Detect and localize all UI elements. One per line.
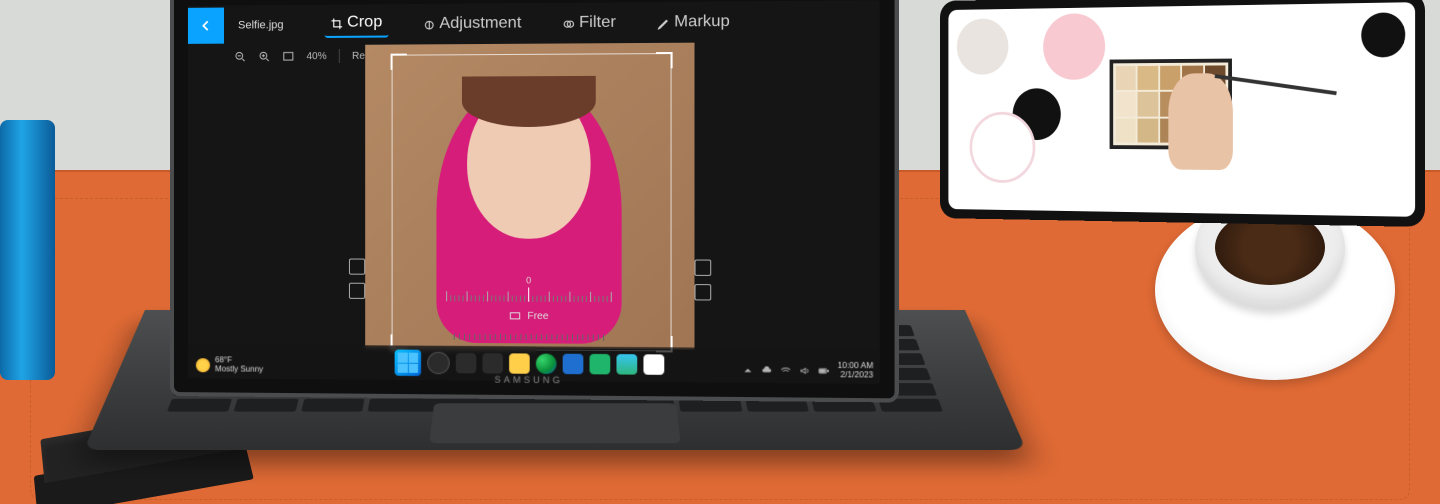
weather-desc: Mostly Sunny <box>215 366 263 375</box>
wifi-icon[interactable] <box>781 366 792 376</box>
makeup-blush <box>1043 13 1105 80</box>
file-name: Selfie.jpg <box>238 19 284 31</box>
battery-icon[interactable] <box>819 366 830 376</box>
taskbar-weather[interactable]: 68°F Mostly Sunny <box>196 357 263 375</box>
hand-with-brush <box>1150 14 1270 180</box>
aspect-ratio-selector[interactable]: Free <box>509 310 549 322</box>
edge-icon[interactable] <box>536 354 557 374</box>
app-icon-2[interactable] <box>590 354 611 375</box>
task-view-button[interactable] <box>456 353 476 373</box>
tablet-device <box>940 0 1425 227</box>
zoom-out-icon[interactable] <box>234 51 246 63</box>
cloud-icon[interactable] <box>762 366 773 376</box>
tablet-screen <box>948 2 1415 217</box>
back-button[interactable] <box>188 8 224 44</box>
laptop-brand-label: SAMSUNG <box>494 375 562 386</box>
taskbar-clock[interactable]: 10:00 AM 2/1/2023 <box>838 362 874 380</box>
lifestyle-scene: Crop Adjustment Filter Markup <box>0 0 1440 504</box>
crop-frame[interactable] <box>392 53 672 351</box>
title-bar: Selfie.jpg <box>188 0 880 46</box>
aspect-free-icon <box>509 310 521 322</box>
aspect-ruler <box>454 334 604 341</box>
flip-v-icon[interactable] <box>695 260 712 276</box>
zoom-percent[interactable]: 40% <box>306 51 326 62</box>
system-tray[interactable]: 10:00 AM 2/1/2023 <box>743 362 873 381</box>
file-explorer-icon[interactable] <box>509 353 530 373</box>
search-button[interactable] <box>427 352 449 374</box>
zoom-fit-icon[interactable] <box>282 50 294 62</box>
photo-canvas[interactable] <box>365 43 694 350</box>
clock-date: 2/1/2023 <box>838 371 874 380</box>
chevron-up-icon[interactable] <box>743 365 753 375</box>
laptop-lid: Crop Adjustment Filter Markup <box>170 0 899 402</box>
zoom-in-icon[interactable] <box>258 50 270 62</box>
rotate-icon[interactable] <box>349 259 365 275</box>
app-icon-3[interactable] <box>616 354 637 375</box>
flip-h-icon[interactable] <box>349 283 365 299</box>
blue-bottle <box>0 120 55 380</box>
widgets-button[interactable] <box>482 353 503 373</box>
separator <box>339 49 340 63</box>
volume-icon[interactable] <box>800 366 811 376</box>
laptop: Crop Adjustment Filter Markup <box>170 0 990 504</box>
rotation-ruler-center-tick <box>528 287 529 301</box>
makeup-black-compact-2 <box>1361 12 1405 57</box>
rotation-ruler[interactable] <box>446 287 612 302</box>
rotate-left-group <box>349 259 365 299</box>
arrow-left-icon <box>199 19 213 33</box>
weather-sun-icon <box>196 358 210 372</box>
photos-app-window: Crop Adjustment Filter Markup <box>188 0 880 384</box>
aspect-free-label: Free <box>527 310 548 321</box>
zoom-toolbar: 40% Reset <box>234 49 378 64</box>
rotate-right-group <box>695 260 712 301</box>
app-icon-4[interactable] <box>643 354 664 375</box>
aspect-icon[interactable] <box>695 284 712 300</box>
start-button[interactable] <box>395 350 421 376</box>
rotation-value: 0 <box>526 275 531 285</box>
app-icon-1[interactable] <box>563 354 584 375</box>
